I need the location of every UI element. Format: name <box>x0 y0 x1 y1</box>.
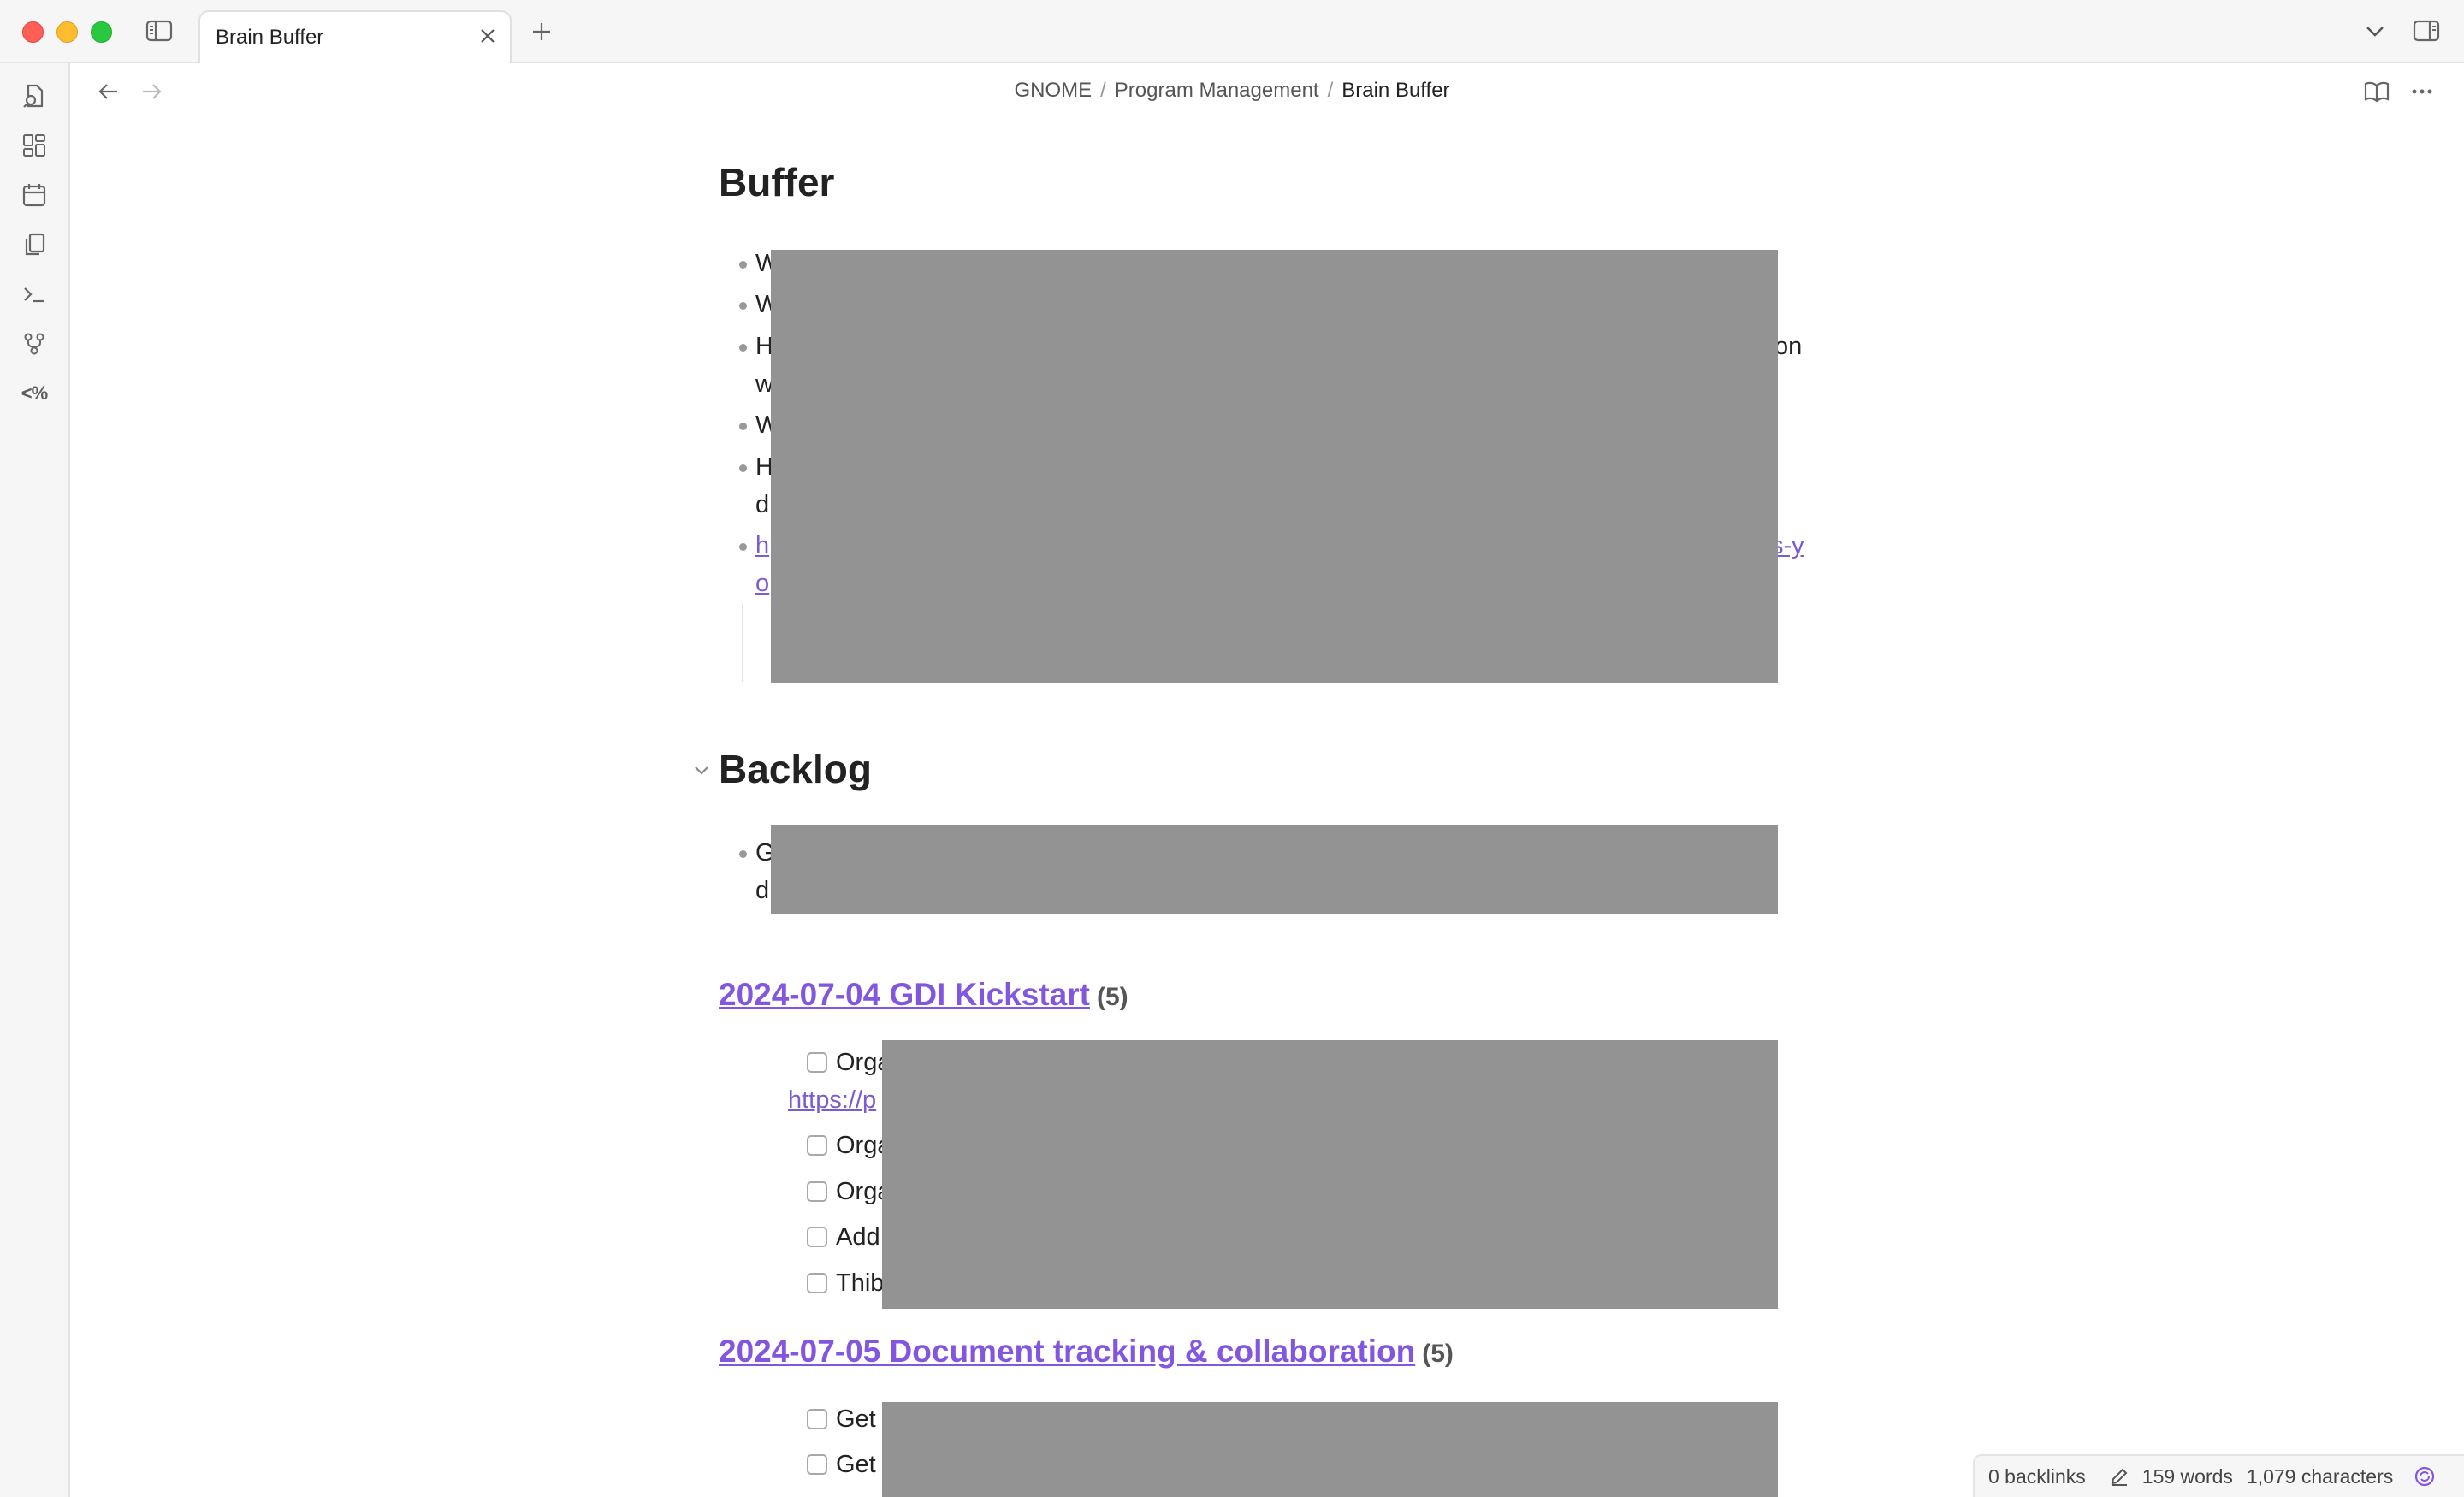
note-content: Buffer W W H on w W H d h s-y o Backlog … <box>0 0 2464 1497</box>
task-checkbox[interactable] <box>807 1181 827 1202</box>
backlinks-count[interactable]: 0 backlinks <box>1988 1465 2086 1488</box>
heading-backlog[interactable]: Backlog <box>719 746 872 792</box>
bullet-marker <box>739 302 747 310</box>
dashboard-grid-icon[interactable] <box>17 128 51 163</box>
redaction-block <box>771 825 1778 914</box>
breadcrumb: GNOME / Program Management / Brain Buffer <box>0 79 2464 103</box>
heading-buffer[interactable]: Buffer <box>719 159 834 205</box>
external-link-continuation[interactable]: o <box>755 570 769 598</box>
copy-pages-icon[interactable] <box>17 228 51 262</box>
breadcrumb-current-note[interactable]: Brain Buffer <box>1342 79 1449 102</box>
character-count: 1,079 characters <box>2246 1464 2394 1488</box>
breadcrumb-gnome[interactable]: GNOME <box>1014 79 1092 102</box>
bullet-marker <box>739 543 747 551</box>
redaction-block <box>882 1040 1778 1309</box>
git-branch-icon[interactable] <box>17 327 51 361</box>
task-checkbox[interactable] <box>807 1273 827 1293</box>
left-ribbon: <% <box>0 63 70 1497</box>
plus-icon[interactable] <box>530 21 553 43</box>
calendar-icon[interactable] <box>17 178 51 212</box>
section-link[interactable]: 2024-07-05 Document tracking & collabora… <box>719 1334 1415 1369</box>
sync-icon[interactable] <box>2414 1465 2436 1488</box>
breadcrumb-separator: / <box>1327 79 1334 102</box>
redaction-block <box>882 1402 1778 1497</box>
collapse-chevron-icon[interactable] <box>692 763 711 783</box>
right-sidebar-icon[interactable] <box>2413 19 2440 43</box>
section-heading-document-tracking: 2024-07-05 Document tracking & collabora… <box>719 1334 1454 1370</box>
task-link[interactable]: https://p <box>788 1086 876 1115</box>
word-count: 159 words <box>2141 1464 2233 1488</box>
redaction-block <box>771 250 1778 683</box>
section-count: (5) <box>1096 983 1128 1011</box>
templater-label: <% <box>21 382 48 404</box>
title-bar: Brain Buffer <box>0 0 2464 63</box>
close-window-button[interactable] <box>22 21 44 43</box>
section-count: (5) <box>1422 1340 1454 1368</box>
indent-guide <box>742 603 743 682</box>
bullet-marker <box>739 464 747 472</box>
tab-brain-buffer[interactable]: Brain Buffer <box>198 10 512 63</box>
breadcrumb-program-management[interactable]: Program Management <box>1115 79 1319 102</box>
list-item-tail: on <box>1774 333 1803 360</box>
bullet-marker <box>739 423 747 430</box>
task-text: Get <box>836 1451 876 1478</box>
bullet-marker <box>739 261 747 269</box>
task-text: Get <box>836 1405 876 1433</box>
pencil-icon[interactable] <box>2108 1465 2130 1488</box>
external-link[interactable]: h <box>755 532 769 560</box>
section-link[interactable]: 2024-07-04 GDI Kickstart <box>719 977 1090 1012</box>
bullet-marker <box>739 850 747 858</box>
tab-title: Brain Buffer <box>216 26 324 49</box>
task-checkbox[interactable] <box>807 1454 827 1475</box>
breadcrumb-separator: / <box>1100 79 1106 102</box>
status-bar: 0 backlinks 159 words 1,079 characters <box>1973 1454 2464 1497</box>
templater-icon[interactable]: <% <box>17 376 51 411</box>
sidebar-toggle-icon[interactable] <box>145 19 173 43</box>
task-checkbox[interactable] <box>807 1409 827 1429</box>
task-text: Add <box>836 1223 880 1251</box>
terminal-icon[interactable] <box>17 277 51 311</box>
minimize-window-button[interactable] <box>56 21 78 43</box>
list-item-continuation: d <box>755 491 770 518</box>
zoom-window-button[interactable] <box>91 21 112 43</box>
task-checkbox[interactable] <box>807 1135 827 1156</box>
task-checkbox[interactable] <box>807 1052 827 1073</box>
chevron-down-icon[interactable] <box>2365 22 2385 39</box>
task-checkbox[interactable] <box>807 1227 827 1247</box>
task-text: Thib <box>836 1269 885 1297</box>
bullet-marker <box>739 344 747 352</box>
list-item-continuation: d <box>755 877 770 904</box>
section-heading-gdi-kickstart: 2024-07-04 GDI Kickstart (5) <box>719 977 1128 1013</box>
close-icon[interactable] <box>477 26 498 50</box>
